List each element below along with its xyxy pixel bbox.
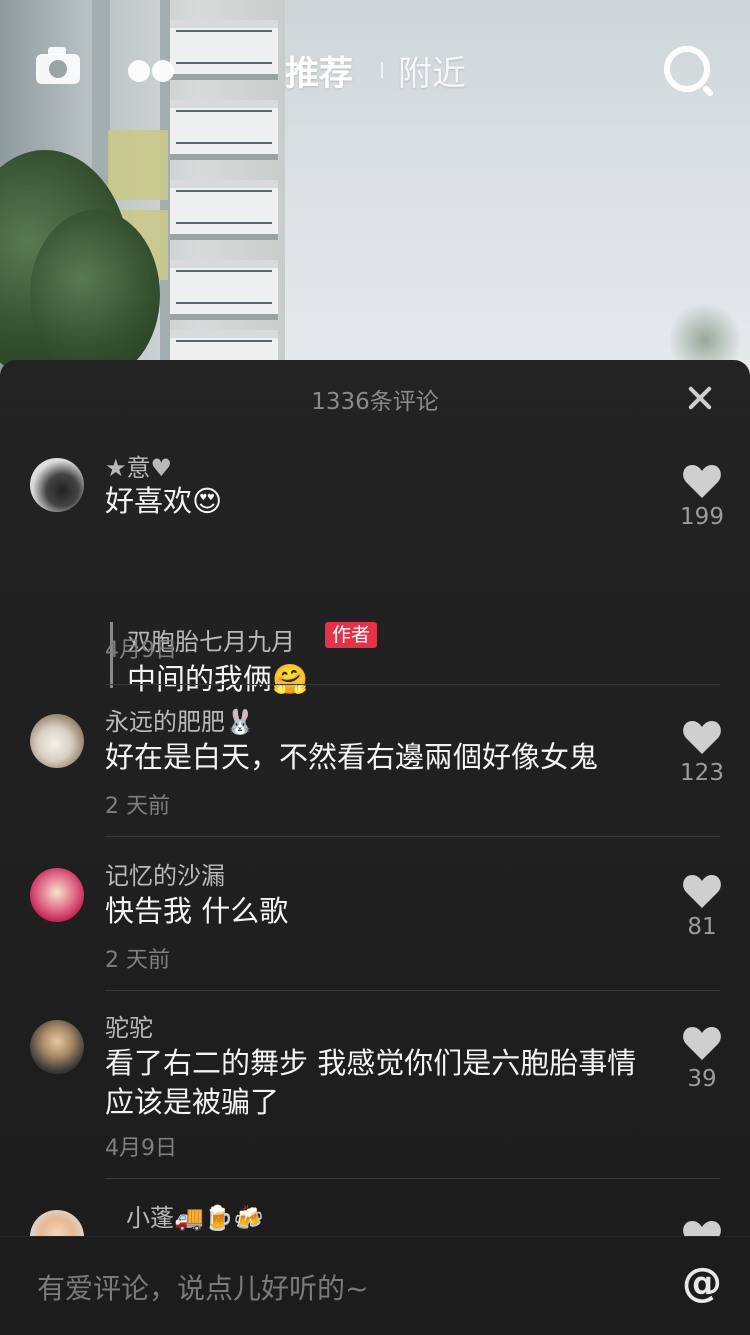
heart-icon[interactable] (682, 720, 722, 756)
tab-recommend[interactable]: 推荐 (285, 46, 353, 95)
like-button[interactable]: 199 (670, 464, 734, 530)
like-button[interactable]: 123 (670, 720, 734, 786)
like-count: 39 (687, 1066, 717, 1092)
heart-icon[interactable] (682, 874, 722, 910)
avatar[interactable] (30, 458, 84, 512)
comment-item[interactable]: 驼驼 看了右二的舞步 我感觉你们是六胞胎事情 应该是被骗了 4月9日 39 (0, 1006, 750, 1166)
comment-username[interactable]: 永远的肥肥🐰 (105, 702, 255, 737)
search-icon[interactable] (664, 46, 710, 92)
like-button[interactable]: 81 (670, 874, 734, 940)
comment-username[interactable]: ★意♥ (105, 448, 172, 483)
comments-count-title: 1336条评论 (311, 389, 439, 415)
heart-icon[interactable] (682, 464, 722, 500)
comment-divider (105, 836, 720, 837)
like-count: 81 (687, 914, 717, 940)
comments-sheet: 1336条评论 ★意♥ 好喜欢😍 双胞胎七月九月 作者 中间的我俩🤗 4月9日 … (0, 360, 750, 1334)
comment-date: 4月9日 (105, 638, 177, 663)
building-wall (108, 130, 168, 200)
comment-text: 看了右二的舞步 我感觉你们是六胞胎事情 应该是被骗了 (105, 1046, 637, 1119)
comment-text: 好喜欢😍 (105, 482, 650, 521)
balcony (170, 180, 278, 240)
comment-text: 快告我 什么歌 (105, 894, 289, 928)
comment-item[interactable]: 永远的肥肥🐰 好在是白天，不然看右邊兩個好像女鬼 2 天前 123 (0, 700, 750, 820)
heart-icon[interactable] (682, 1026, 722, 1062)
author-badge: 作者 (325, 622, 378, 648)
balcony (170, 100, 278, 160)
tab-divider (381, 62, 383, 78)
avatar[interactable] (30, 714, 84, 768)
reply-text-content: 中间的我俩 (127, 662, 273, 696)
like-count: 123 (680, 760, 724, 786)
close-icon[interactable] (686, 384, 714, 412)
comment-divider (105, 1178, 720, 1179)
comment-input-bar: @ (0, 1236, 750, 1335)
comment-input[interactable] (35, 1267, 639, 1309)
avatar[interactable] (30, 1020, 84, 1074)
tab-nearby[interactable]: 附近 (398, 46, 466, 95)
heart-eyes-emoji-icon: 😍 (192, 484, 223, 518)
tree (30, 210, 160, 380)
comment-text: 好在是白天，不然看右邊兩個好像女鬼 (105, 740, 599, 774)
hugging-emoji-icon: 🤗 (272, 662, 309, 696)
comment-username[interactable]: 记忆的沙漏 (105, 856, 225, 891)
comment-username[interactable]: 小蓬🚚🍺🍻 (126, 1198, 264, 1233)
like-count: 199 (680, 504, 724, 530)
comment-text-content: 好喜欢 (105, 484, 193, 518)
comment-date: 2 天前 (105, 794, 170, 819)
comment-divider (105, 684, 720, 685)
comment-username[interactable]: 驼驼 (105, 1008, 153, 1043)
comment-item[interactable]: 记忆的沙漏 快告我 什么歌 2 天前 81 (0, 854, 750, 974)
comment-date: 2 天前 (105, 948, 170, 973)
at-mention-icon[interactable]: @ (682, 1261, 722, 1305)
comment-date: 4月9日 (105, 1136, 177, 1161)
camera-icon[interactable] (36, 47, 80, 84)
balcony (170, 260, 278, 320)
like-button[interactable]: 39 (670, 1026, 734, 1092)
comment-divider (105, 990, 720, 991)
top-navigation: 推荐 附近 (0, 34, 750, 104)
dots-icon[interactable] (128, 60, 176, 82)
avatar[interactable] (30, 868, 84, 922)
comment-item[interactable]: ★意♥ 好喜欢😍 双胞胎七月九月 作者 中间的我俩🤗 4月9日 199 (0, 444, 750, 696)
